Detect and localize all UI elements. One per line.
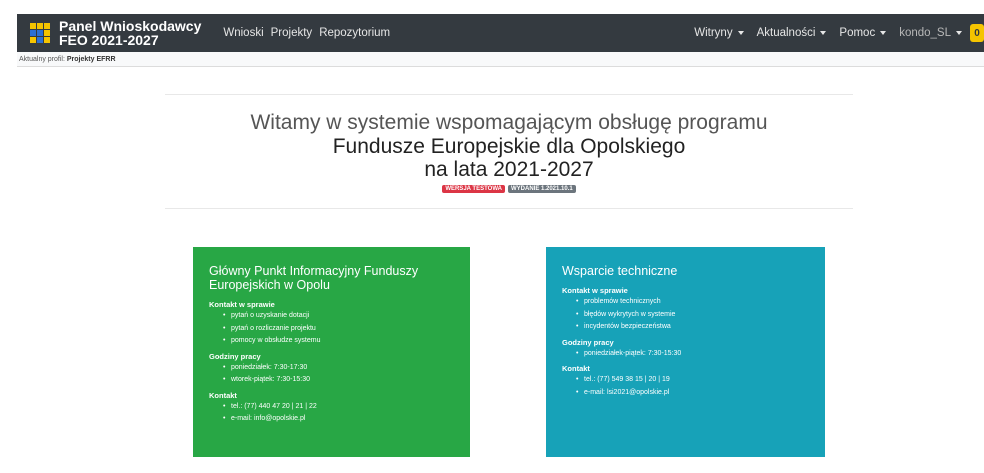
list-item: pomocy w obsłudze systemu <box>223 335 454 348</box>
hours-heading: Godziny pracy <box>209 351 261 361</box>
list-item: tel.: (77) 549 38 15 | 20 | 19 <box>576 374 809 387</box>
kontakt-list: tel.: (77) 549 38 15 | 20 | 19 e-mail: l… <box>576 374 809 399</box>
list-item: wtorek-piątek: 7:30-15:30 <box>223 374 454 387</box>
version-badges: WERSJA TESTOWA WYDANIE 1.2021.10.1 <box>165 185 853 193</box>
top-navbar: Panel Wnioskodawcy FEO 2021-2027 Wnioski… <box>17 14 984 52</box>
chevron-down-icon <box>880 31 887 35</box>
kontakt-heading: Kontakt <box>562 364 590 373</box>
brand[interactable]: Panel Wnioskodawcy FEO 2021-2027 <box>30 19 201 47</box>
brand-line1: Panel Wnioskodawcy <box>59 18 202 34</box>
release-badge: WYDANIE 1.2021.10.1 <box>507 185 576 193</box>
nav-witryny-dropdown[interactable]: Witryny <box>694 27 744 39</box>
hours-heading: Godziny pracy <box>562 337 614 347</box>
nav-repozytorium[interactable]: Repozytorium <box>319 27 390 39</box>
chevron-down-icon <box>956 31 962 35</box>
chevron-down-icon <box>820 31 827 35</box>
program-period: na lata 2021-2027 <box>424 158 594 181</box>
kontakt-list: tel.: (77) 440 47 20 | 21 | 22 e-mail: i… <box>223 401 454 426</box>
nav-pomoc-dropdown[interactable]: Pomoc <box>839 27 887 39</box>
user-name: kondo_SL <box>899 27 951 39</box>
test-version-badge: WERSJA TESTOWA <box>442 185 505 193</box>
nav-aktualnosci-label: Aktualności <box>756 27 816 39</box>
tech-support-title: Wsparcie techniczne <box>562 264 678 278</box>
program-name: Fundusze Europejskie dla Opolskiego <box>332 135 686 158</box>
nav-witryny-label: Witryny <box>694 27 733 39</box>
list-item[interactable]: e-mail: lsi2021@opolskie.pl <box>576 387 809 400</box>
brand-title: Panel Wnioskodawcy FEO 2021-2027 <box>59 19 201 47</box>
hours-list: poniedziałek: 7:30-17:30 wtorek-piątek: … <box>223 362 454 387</box>
welcome-section: Witamy w systemie wspomagającym obsługę … <box>165 94 853 209</box>
user-menu-dropdown[interactable]: kondo_SL <box>899 27 962 39</box>
list-item: pytań o rozliczanie projektu <box>223 323 454 336</box>
contact-list: problemów technicznych błędów wykrytych … <box>576 296 809 334</box>
nav-pomoc-label: Pomoc <box>839 27 876 39</box>
nav-wnioski[interactable]: Wnioski <box>223 27 263 39</box>
app-logo-icon <box>30 23 50 43</box>
brand-line2: FEO 2021-2027 <box>59 32 159 48</box>
tech-support-card: Wsparcie techniczne Kontakt w sprawie pr… <box>546 247 825 457</box>
chevron-down-icon <box>737 31 744 35</box>
list-item: pytań o uzyskanie dotacji <box>223 310 454 323</box>
list-item: problemów technicznych <box>576 296 809 309</box>
contact-list: pytań o uzyskanie dotacji pytań o rozlic… <box>223 310 454 348</box>
notification-badge[interactable]: 0 <box>970 24 984 42</box>
list-item: incydentów bezpieczeństwa <box>576 321 809 334</box>
nav-aktualnosci-dropdown[interactable]: Aktualności <box>757 27 827 39</box>
list-item: błędów wykrytych w systemie <box>576 309 809 322</box>
kontakt-heading: Kontakt <box>209 390 237 400</box>
info-point-title: Główny Punkt Informacyjny Funduszy Europ… <box>209 264 419 292</box>
current-profile-bar: Aktualny profil: Projekty EFRR <box>17 52 984 67</box>
profile-label: Aktualny profil: <box>19 56 65 63</box>
profile-value[interactable]: Projekty EFRR <box>67 56 116 63</box>
right-menu: Witryny Aktualności Pomoc kondo_SL 0 <box>681 24 984 42</box>
contact-heading: Kontakt w sprawie <box>562 286 628 295</box>
list-item: poniedziałek: 7:30-17:30 <box>223 362 454 375</box>
nav-projekty[interactable]: Projekty <box>271 27 313 39</box>
welcome-heading: Witamy w systemie wspomagającym obsługę … <box>250 111 768 134</box>
list-item: tel.: (77) 440 47 20 | 21 | 22 <box>223 401 454 414</box>
hours-list: poniedziałek-piątek: 7:30-15:30 <box>576 348 809 361</box>
info-point-card: Główny Punkt Informacyjny Funduszy Europ… <box>193 247 470 457</box>
main-menu: Wnioski Projekty Repozytorium <box>223 27 397 39</box>
contact-heading: Kontakt w sprawie <box>209 300 275 309</box>
list-item: poniedziałek-piątek: 7:30-15:30 <box>576 348 809 361</box>
list-item[interactable]: e-mail: info@opolskie.pl <box>223 413 454 426</box>
